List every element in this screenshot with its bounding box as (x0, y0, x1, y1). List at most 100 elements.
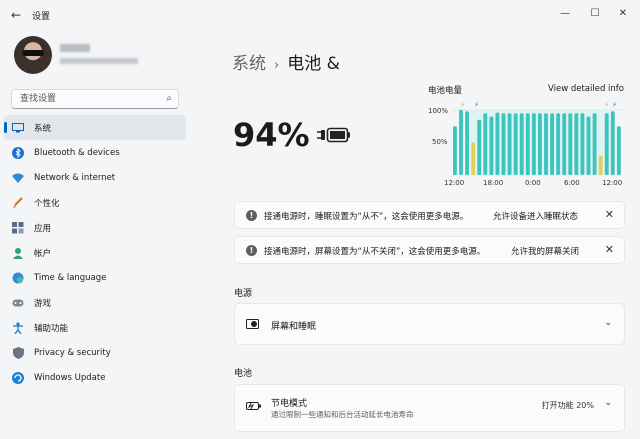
chevron-down-icon[interactable]: ⌄ (604, 398, 612, 408)
chart-bar[interactable] (568, 113, 573, 175)
battery-saver-icon (246, 402, 261, 410)
back-arrow-icon[interactable]: ← (8, 8, 24, 22)
chart-bar[interactable] (598, 155, 603, 176)
update-icon (11, 371, 25, 385)
maximize-button[interactable]: ☐ (586, 6, 604, 22)
avatar (14, 36, 52, 74)
sidebar-item-label: Network & internet (34, 172, 116, 183)
search-icon[interactable]: ⌕ (166, 93, 172, 104)
chart-plot: ⚡ ⚡ ⚡ ⚡ (452, 101, 622, 176)
battery-percent: 94% (233, 116, 310, 154)
x-tick-label: 6:00 (564, 179, 580, 187)
x-tick-label: 18:00 (483, 179, 504, 187)
sidebar-item-personalization[interactable]: 个性化 (4, 190, 186, 215)
active-indicator (4, 122, 7, 133)
sidebar-item-time-language[interactable]: Time & language (4, 265, 186, 290)
sidebar-item-system[interactable]: 系统 (4, 115, 186, 140)
chart-bar[interactable] (531, 113, 536, 175)
chart-bar[interactable] (477, 119, 482, 175)
sidebar-item-windows-update[interactable]: Windows Update (4, 365, 186, 390)
chart-bar[interactable] (507, 113, 512, 175)
close-button[interactable]: ✕ (614, 6, 632, 22)
chart-bar[interactable] (513, 113, 518, 175)
sidebar-item-label: 辅助功能 (34, 323, 69, 334)
row-title: 屏幕和睡眠 (271, 322, 317, 332)
chevron-down-icon[interactable]: ⌄ (604, 318, 612, 328)
allow-screen-off-link[interactable]: 允许我的屏幕关闭 (511, 245, 579, 257)
sidebar-item-label: Windows Update (34, 372, 106, 383)
chart-bar[interactable] (525, 113, 530, 175)
bluetooth-icon (11, 146, 25, 160)
x-tick-label: 12:00 (602, 179, 623, 187)
sidebar-item-label: 帐户 (34, 248, 52, 259)
sidebar-item-privacy[interactable]: Privacy & security (4, 340, 186, 365)
chart-bar[interactable] (471, 142, 476, 176)
search-box[interactable]: ⌕ (11, 89, 179, 109)
chart-bar[interactable] (483, 113, 488, 175)
chart-bar[interactable] (556, 113, 561, 175)
notice-text: 接通电源时，屏幕设置为“从不关闭”，这会使用更多电源。 (264, 247, 486, 257)
chart-bar[interactable] (550, 113, 555, 175)
globe-clock-icon (11, 271, 25, 285)
sidebar-item-bluetooth[interactable]: Bluetooth & devices (4, 140, 186, 165)
row-title: 节电模式 (271, 399, 308, 409)
chart-bar[interactable] (592, 113, 597, 175)
gamepad-icon (11, 296, 25, 310)
sidebar-item-network[interactable]: Network & internet (4, 165, 186, 190)
sidebar-item-label: 个性化 (34, 198, 60, 209)
close-icon[interactable]: ✕ (605, 208, 614, 221)
chart-bar[interactable] (459, 110, 463, 175)
allow-sleep-link[interactable]: 允许设备进入睡眠状态 (493, 210, 578, 222)
account-icon (11, 246, 25, 260)
sidebar-item-gaming[interactable]: 游戏 (4, 290, 186, 315)
screen-sleep-row[interactable]: 屏幕和睡眠 ⌄ (234, 303, 625, 345)
chart-bar[interactable] (586, 116, 591, 176)
sidebar-item-label: 应用 (34, 223, 52, 234)
chart-bar[interactable] (453, 126, 457, 175)
chart-bar[interactable] (562, 113, 567, 175)
chart-bar[interactable] (610, 111, 615, 175)
title-bar: ← 设置 — ☐ ✕ (0, 0, 640, 30)
sidebar-nav: 系统 Bluetooth & devices Network & interne… (4, 115, 186, 390)
chart-bar[interactable] (538, 113, 542, 175)
breadcrumb-separator: › (274, 58, 280, 73)
close-icon[interactable]: ✕ (605, 243, 614, 256)
sidebar-item-accounts[interactable]: 帐户 (4, 240, 186, 265)
row-subtitle: 通过限制一些通知和后台活动延长电池寿命 (271, 410, 414, 419)
info-icon: ! (246, 210, 257, 221)
charge-event-icon: ⚡ (460, 101, 465, 109)
screen-off-notice: ! 接通电源时，屏幕设置为“从不关闭”，这会使用更多电源。 允许我的屏幕关闭 ✕ (234, 236, 625, 264)
minimize-button[interactable]: — (556, 6, 574, 22)
x-tick-label: 12:00 (444, 179, 465, 187)
profile-name-blurred (60, 44, 90, 52)
chart-bar[interactable] (616, 126, 621, 175)
chart-bar[interactable] (489, 116, 494, 176)
charge-event-icon: ⚡ (604, 101, 609, 109)
page-title: 电池 & (287, 54, 340, 74)
sidebar-item-label: Bluetooth & devices (34, 147, 120, 158)
chart-bar[interactable] (544, 113, 548, 175)
charge-event-icon: ⚡ (612, 101, 617, 109)
profile-email-blurred (60, 58, 138, 64)
battery-level-chart: 电池电量 View detailed info 100% 50% ⚡ ⚡ ⚡ ⚡ 12… (422, 82, 630, 192)
chart-bar[interactable] (580, 113, 585, 175)
sidebar-item-accessibility[interactable]: 辅助功能 (4, 315, 186, 340)
battery-saver-row[interactable]: 节电模式 通过限制一些通知和后台活动延长电池寿命 打开功能 20% ⌄ (234, 384, 625, 432)
chart-bar[interactable] (495, 112, 500, 175)
chart-bar[interactable] (574, 113, 579, 175)
chart-bar[interactable] (465, 111, 470, 175)
info-icon: ! (246, 245, 257, 256)
sidebar-item-apps[interactable]: 应用 (4, 215, 186, 240)
battery-section-label: 电池 (234, 369, 253, 379)
search-input[interactable] (18, 93, 162, 105)
screen-sleep-icon (246, 319, 259, 329)
sidebar-item-label: Time & language (34, 272, 107, 283)
breadcrumb[interactable]: 系统 (232, 54, 266, 74)
sidebar-item-label: 游戏 (34, 298, 52, 309)
chart-bar[interactable] (604, 113, 609, 175)
chart-bar[interactable] (501, 113, 506, 175)
chart-bar[interactable] (519, 113, 524, 175)
power-section-label: 电源 (234, 289, 253, 299)
wifi-icon (11, 171, 25, 185)
page-heading: 系统 › 电池 & (232, 49, 340, 74)
